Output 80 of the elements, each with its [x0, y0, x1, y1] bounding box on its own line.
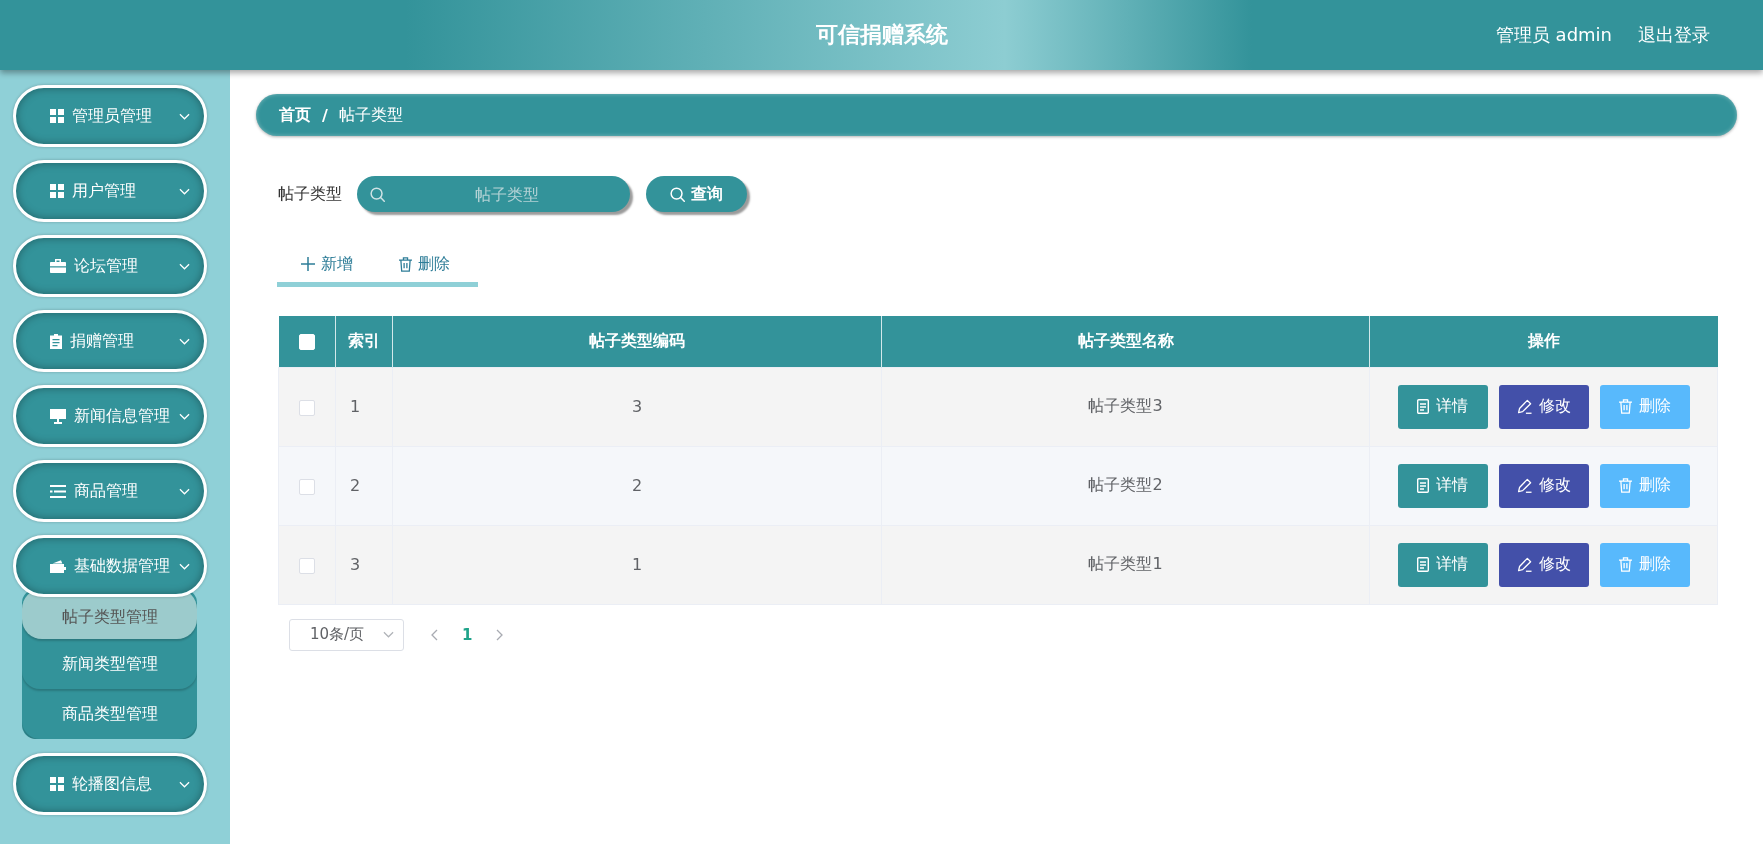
trash-icon	[1618, 478, 1632, 493]
chevron-right-icon[interactable]	[496, 628, 504, 641]
detail-button[interactable]: 详情	[1397, 542, 1488, 587]
pencil-icon	[1516, 399, 1532, 414]
breadcrumb-link[interactable]: 首页	[279, 104, 311, 126]
column-header: 帖子类型名称	[881, 316, 1370, 367]
table-cell: 2	[335, 446, 393, 525]
detail-button[interactable]: 详情	[1397, 384, 1488, 429]
document-icon	[1417, 557, 1429, 572]
table-cell: 3	[335, 525, 393, 604]
table-cell: 2	[392, 446, 882, 525]
logout-link[interactable]: 退出登录	[1638, 23, 1710, 47]
chevron-down-icon	[179, 487, 190, 495]
grid-icon	[50, 109, 64, 123]
pencil-icon	[1516, 478, 1532, 493]
breadcrumb-separator: /	[322, 105, 328, 125]
document-icon	[1417, 478, 1429, 493]
delete-button[interactable]: 删除	[1599, 384, 1690, 429]
chevron-down-icon	[179, 262, 190, 270]
monitor-icon	[50, 408, 66, 424]
user-label: 管理员 admin	[1495, 23, 1612, 47]
page-size-select[interactable]: 10条/页	[289, 618, 404, 651]
grid-icon	[50, 777, 64, 791]
search-field[interactable]: 帖子类型	[357, 176, 630, 212]
edit-button[interactable]: 修改	[1498, 463, 1589, 508]
plus-icon	[301, 257, 315, 271]
table-cell: 帖子类型2	[881, 446, 1370, 525]
checkbox[interactable]	[299, 557, 315, 574]
breadcrumb-current: 帖子类型	[338, 104, 403, 126]
menu-item[interactable]: 基础数据管理	[13, 535, 207, 597]
page-number[interactable]: 1	[462, 625, 473, 644]
chevron-down-icon	[179, 187, 190, 195]
edit-button[interactable]: 修改	[1498, 384, 1589, 429]
menu-item[interactable]: 管理员管理	[13, 85, 207, 147]
column-header: 索引	[335, 316, 393, 367]
delete-button[interactable]: 删除	[399, 253, 450, 275]
chevron-down-icon	[179, 337, 190, 345]
app-title: 可信捐赠系统	[815, 21, 948, 49]
table-cell: 3	[392, 367, 882, 446]
list-icon	[50, 484, 66, 498]
checkbox[interactable]	[299, 478, 315, 495]
search-icon	[670, 186, 685, 202]
clipboard-icon	[50, 333, 62, 349]
chevron-left-icon[interactable]	[431, 628, 438, 641]
table-cell: 1	[335, 367, 393, 446]
submenu-item[interactable]: 商品类型管理	[22, 689, 197, 739]
briefcase-icon	[50, 259, 66, 273]
table-cell: 帖子类型1	[881, 525, 1370, 604]
table-cell: 帖子类型3	[881, 367, 1370, 446]
column-header: 帖子类型编码	[392, 316, 882, 367]
detail-button[interactable]: 详情	[1397, 463, 1488, 508]
menu-item[interactable]: 轮播图信息	[13, 753, 207, 815]
add-button[interactable]: 新增	[301, 253, 353, 275]
chevron-down-icon	[179, 562, 190, 570]
chevron-down-icon	[179, 780, 190, 788]
chevron-down-icon	[383, 631, 394, 638]
edit-button[interactable]: 修改	[1498, 542, 1589, 587]
wallet-icon	[50, 559, 66, 573]
menu-item[interactable]: 商品管理	[13, 460, 207, 522]
search-label: 帖子类型	[278, 183, 342, 205]
table-cell: 1	[392, 525, 882, 604]
submenu-item[interactable]: 新闻类型管理	[22, 639, 197, 689]
search-icon	[370, 187, 385, 202]
menu-item[interactable]: 新闻信息管理	[13, 385, 207, 447]
trash-icon	[1618, 399, 1632, 414]
checkbox[interactable]	[299, 399, 315, 416]
pencil-icon	[1516, 557, 1532, 572]
chevron-down-icon	[179, 112, 190, 120]
delete-button[interactable]: 删除	[1599, 542, 1690, 587]
trash-icon	[399, 256, 412, 272]
search-button[interactable]: 查询	[646, 176, 747, 212]
document-icon	[1417, 399, 1429, 414]
chevron-down-icon	[179, 412, 190, 420]
trash-icon	[1618, 557, 1632, 572]
menu-item[interactable]: 捐赠管理	[13, 310, 207, 372]
menu-item[interactable]: 论坛管理	[13, 235, 207, 297]
delete-button[interactable]: 删除	[1599, 463, 1690, 508]
grid-icon	[50, 184, 64, 198]
column-header: 操作	[1369, 316, 1718, 367]
menu-item[interactable]: 用户管理	[13, 160, 207, 222]
